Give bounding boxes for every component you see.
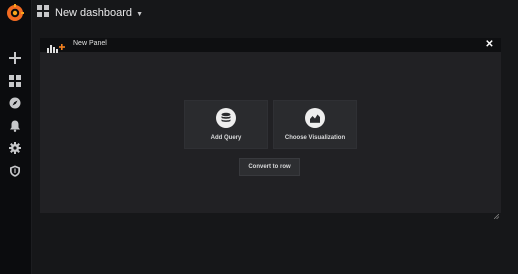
grafana-logo[interactable] (6, 4, 24, 22)
close-icon[interactable]: ✕ (484, 39, 495, 50)
shield-icon[interactable] (8, 164, 22, 178)
plus-icon[interactable] (8, 51, 22, 65)
chart-icon (305, 108, 325, 128)
bell-icon[interactable] (8, 119, 22, 133)
explore-icon[interactable] (8, 96, 22, 110)
add-query-label: Add Query (210, 135, 242, 141)
dashboards-icon[interactable] (8, 74, 22, 88)
choose-visualization-label: Choose Visualization (284, 135, 346, 141)
dashboard-nav[interactable]: New dashboard ▼ (37, 4, 143, 22)
choose-visualization-button[interactable]: Choose Visualization (273, 100, 357, 149)
new-panel: New Panel ✕ Add Query Choose Visualizati… (39, 37, 502, 220)
resize-handle-icon[interactable] (493, 206, 500, 220)
sidebar (0, 0, 32, 274)
database-icon (216, 108, 236, 128)
panel-header: New Panel ✕ (40, 38, 501, 53)
gear-icon[interactable] (8, 141, 22, 155)
chevron-down-icon[interactable]: ▼ (136, 11, 143, 18)
dashboard-title[interactable]: New dashboard (55, 7, 132, 19)
convert-to-row-button[interactable]: Convert to row (239, 158, 300, 176)
panel-title: New Panel (73, 40, 107, 47)
add-panel-icon (47, 40, 65, 53)
add-query-button[interactable]: Add Query (184, 100, 268, 149)
dashboard-grid-icon (37, 4, 49, 22)
